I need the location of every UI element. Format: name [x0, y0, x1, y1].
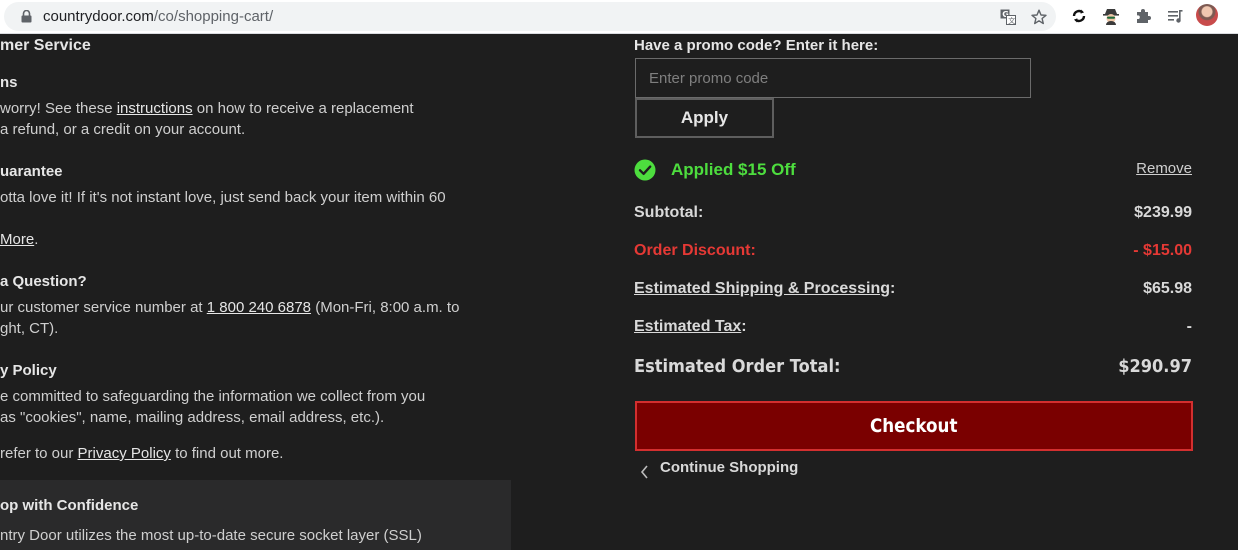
tax-info-link[interactable]: Estimated Tax	[634, 318, 741, 335]
discount-label: Order Discount:	[634, 242, 756, 259]
returns-text-line1: worry! See these instructions on how to …	[0, 98, 414, 119]
svg-text:文: 文	[1008, 16, 1015, 25]
check-circle-icon	[634, 159, 656, 181]
subtotal-label: Subtotal:	[634, 204, 704, 221]
media-icon[interactable]	[1164, 5, 1186, 27]
order-total-label: Estimated Order Total:	[634, 356, 841, 377]
chevron-left-icon[interactable]	[639, 464, 649, 480]
promo-code-input[interactable]	[635, 58, 1031, 98]
privacy-text-post: to find out more.	[170, 445, 284, 462]
remove-promo-link[interactable]: Remove	[1136, 160, 1192, 177]
subtotal-value: $239.99	[1134, 204, 1192, 221]
tax-value: -	[1186, 318, 1192, 335]
guarantee-text-line1: otta love it! If it's not instant love, …	[0, 189, 446, 206]
lock-icon[interactable]	[21, 10, 32, 23]
tax-row-label: Estimated Tax:	[634, 318, 747, 336]
privacy-text-line2: as "cookies", name, mailing address, ema…	[0, 409, 385, 426]
privacy-text-line1: e committed to safeguarding the informat…	[0, 388, 426, 405]
avatar[interactable]	[1196, 4, 1218, 26]
question-text-pre: ur customer service number at	[0, 299, 207, 316]
question-text-line1: ur customer service number at 1 800 240 …	[0, 297, 459, 318]
translate-icon[interactable]: G 文	[999, 8, 1017, 26]
url-host: countrydoor.com	[43, 8, 154, 25]
checkout-button[interactable]: Checkout	[635, 401, 1193, 451]
shipping-row-label: Estimated Shipping & Processing:	[634, 280, 895, 298]
question-text-post: (Mon-Fri, 8:00 a.m. to	[311, 299, 460, 316]
learn-more-suffix: .	[34, 231, 39, 248]
customer-service-heading: mer Service	[0, 37, 91, 54]
address-bar[interactable]: countrydoor.com/co/shopping-cart/ G 文	[4, 2, 1056, 31]
checkout-button-label: Checkout	[870, 415, 958, 437]
guarantee-heading: uarantee	[0, 163, 63, 180]
incognito-icon[interactable]	[1100, 5, 1122, 27]
promo-label: Have a promo code? Enter it here:	[634, 37, 879, 54]
phone-link[interactable]: 1 800 240 6878	[207, 299, 311, 316]
puzzle-icon[interactable]	[1132, 5, 1154, 27]
info-column: mer Service ns worry! See these instruct…	[0, 34, 511, 550]
applied-discount-text: Applied $15 Off	[671, 160, 796, 179]
learn-more-link[interactable]: More	[0, 231, 34, 248]
shipping-info-link[interactable]: Estimated Shipping & Processing	[634, 280, 890, 297]
order-total-value: $290.97	[1118, 356, 1192, 377]
url-text[interactable]: countrydoor.com/co/shopping-cart/	[43, 8, 273, 25]
shop-with-confidence-box: op with Confidence ntry Door utilizes th…	[0, 480, 511, 550]
confidence-heading: op with Confidence	[0, 497, 139, 514]
url-path: /co/shopping-cart/	[153, 8, 274, 25]
returns-text-line2: a refund, or a credit on your account.	[0, 121, 246, 138]
shipping-colon: :	[890, 280, 896, 297]
tax-colon: :	[741, 318, 747, 335]
privacy-heading: y Policy	[0, 362, 57, 379]
sync-icon[interactable]	[1068, 5, 1090, 27]
question-heading: a Question?	[0, 273, 87, 290]
returns-heading: ns	[0, 74, 18, 91]
shipping-value: $65.98	[1143, 280, 1192, 297]
returns-text-post: on how to receive a replacement	[192, 100, 414, 117]
instructions-link[interactable]: instructions	[117, 100, 193, 117]
star-icon[interactable]	[1030, 8, 1048, 26]
returns-text-pre: worry! See these	[0, 100, 117, 117]
continue-shopping-link[interactable]: Continue Shopping	[660, 459, 798, 476]
privacy-text-pre: refer to our	[0, 445, 78, 462]
privacy-text-line3: refer to our Privacy Policy to find out …	[0, 443, 283, 464]
learn-more-line: More.	[0, 229, 38, 250]
question-text-line2: ght, CT).	[0, 320, 59, 337]
discount-value: - $15.00	[1133, 242, 1192, 259]
privacy-policy-link[interactable]: Privacy Policy	[78, 445, 171, 462]
browser-toolbar: countrydoor.com/co/shopping-cart/ G 文	[0, 0, 1238, 34]
apply-button[interactable]: Apply	[635, 98, 774, 138]
